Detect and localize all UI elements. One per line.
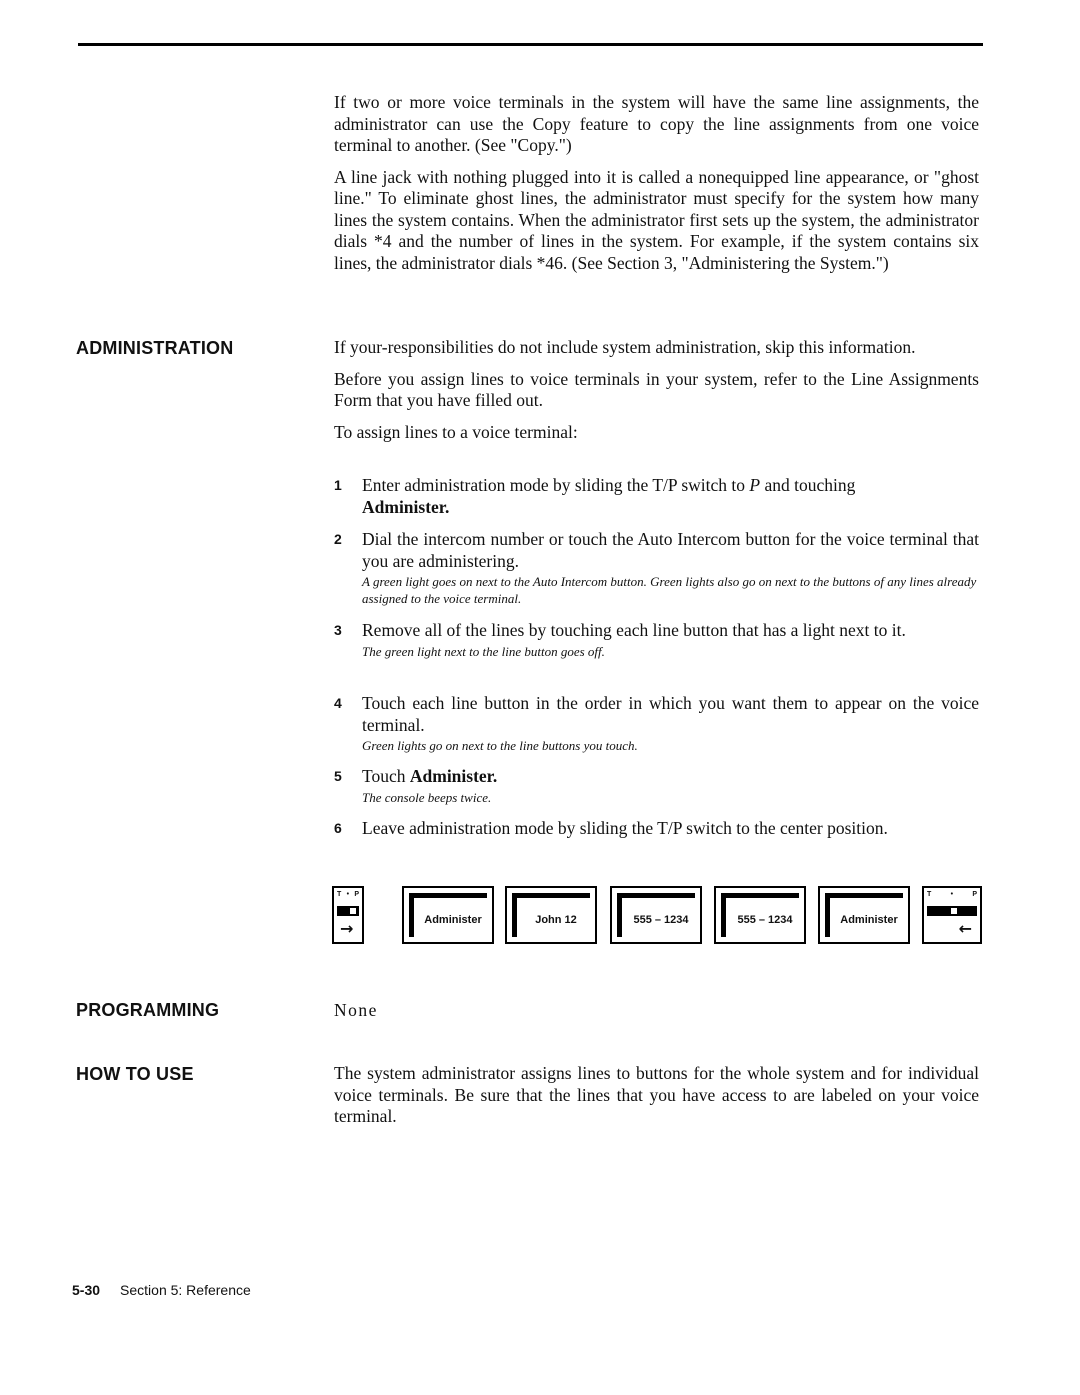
administer-button-panel: Administer [818, 886, 910, 944]
step-number: 1 [334, 477, 342, 493]
intro-paragraph-copy: If two or more voice terminals in the sy… [334, 92, 979, 155]
arrow-right-icon: → [340, 919, 354, 938]
tp-switch-to-p-icon: T • P → [332, 886, 364, 944]
administration-intro: If your-responsibilities do not include … [334, 337, 979, 443]
step-number: 4 [334, 695, 342, 711]
step-text: Touch each line button in the order in w… [362, 693, 979, 735]
page-footer: 5-30 Section 5: Reference [72, 1282, 251, 1298]
step-3: 3 Remove all of the lines by touching ea… [334, 620, 979, 660]
intercom-button-panel: John 12 [505, 886, 597, 944]
administer-keyword: Administer. [362, 496, 450, 517]
switch-slider [337, 906, 359, 916]
programming-text: None [334, 1000, 378, 1020]
step-note: The console beeps twice. [362, 789, 492, 805]
step-text: Remove all of the lines by touching each… [362, 620, 906, 640]
step-5: 5 Touch Administer. The console beeps tw… [334, 766, 979, 806]
administration-paragraph-1: If your-responsibilities do not include … [334, 337, 916, 357]
administration-sequence-illustration: T • P → Administer John 12 555 – 1234 555 … [332, 886, 984, 948]
administer-button-panel: Administer [402, 886, 494, 944]
tp-switch-to-center-icon: T • P ← [922, 886, 982, 944]
step-number: 5 [334, 768, 342, 784]
step-text: Dial the intercom number or touch the Au… [362, 529, 979, 571]
page-number: 5-30 [72, 1282, 101, 1298]
step-number: 3 [334, 622, 342, 638]
step-number: 2 [334, 531, 342, 547]
how-to-use-heading: HOW TO USE [76, 1064, 194, 1084]
step-text: Enter administration mode by sliding the… [362, 475, 856, 517]
step-1: 1 Enter administration mode by sliding t… [334, 475, 979, 518]
step-text: Touch Administer. [362, 766, 498, 786]
step-2: 2 Dial the intercom number or touch the … [334, 529, 979, 607]
programming-heading: PROGRAMMING [76, 1000, 220, 1020]
administration-paragraph-3: To assign lines to a voice terminal: [334, 421, 578, 442]
line-button-panel: 555 – 1234 [610, 886, 702, 944]
step-text: Leave administration mode by sliding the… [362, 818, 888, 838]
intro-section: If two or more voice terminals in the sy… [334, 92, 979, 274]
step-note: The green light next to the line button … [362, 643, 605, 659]
administration-heading: ADMINISTRATION [76, 338, 234, 358]
step-note: Green lights go on next to the line butt… [362, 738, 638, 753]
arrow-left-icon: ← [958, 919, 972, 938]
how-to-use-text: The system administrator assigns lines t… [334, 1063, 979, 1126]
switch-slider [927, 906, 977, 916]
step-6: 6 Leave administration mode by sliding t… [334, 818, 979, 840]
section-label: Section 5: Reference [120, 1282, 251, 1298]
step-4: 4 Touch each line button in the order in… [334, 693, 979, 754]
step-number: 6 [334, 820, 342, 836]
step-note: A green light goes on next to the Auto I… [362, 574, 977, 606]
programming-section: None [334, 1000, 979, 1022]
administration-paragraph-2: Before you assign lines to voice termina… [334, 368, 979, 411]
how-to-use-section: The system administrator assigns lines t… [334, 1063, 979, 1128]
line-button-panel: 555 – 1234 [714, 886, 806, 944]
intro-paragraph-ghost-line: A line jack with nothing plugged into it… [334, 166, 979, 273]
header-rule [78, 43, 983, 46]
administer-keyword: Administer. [409, 766, 498, 786]
